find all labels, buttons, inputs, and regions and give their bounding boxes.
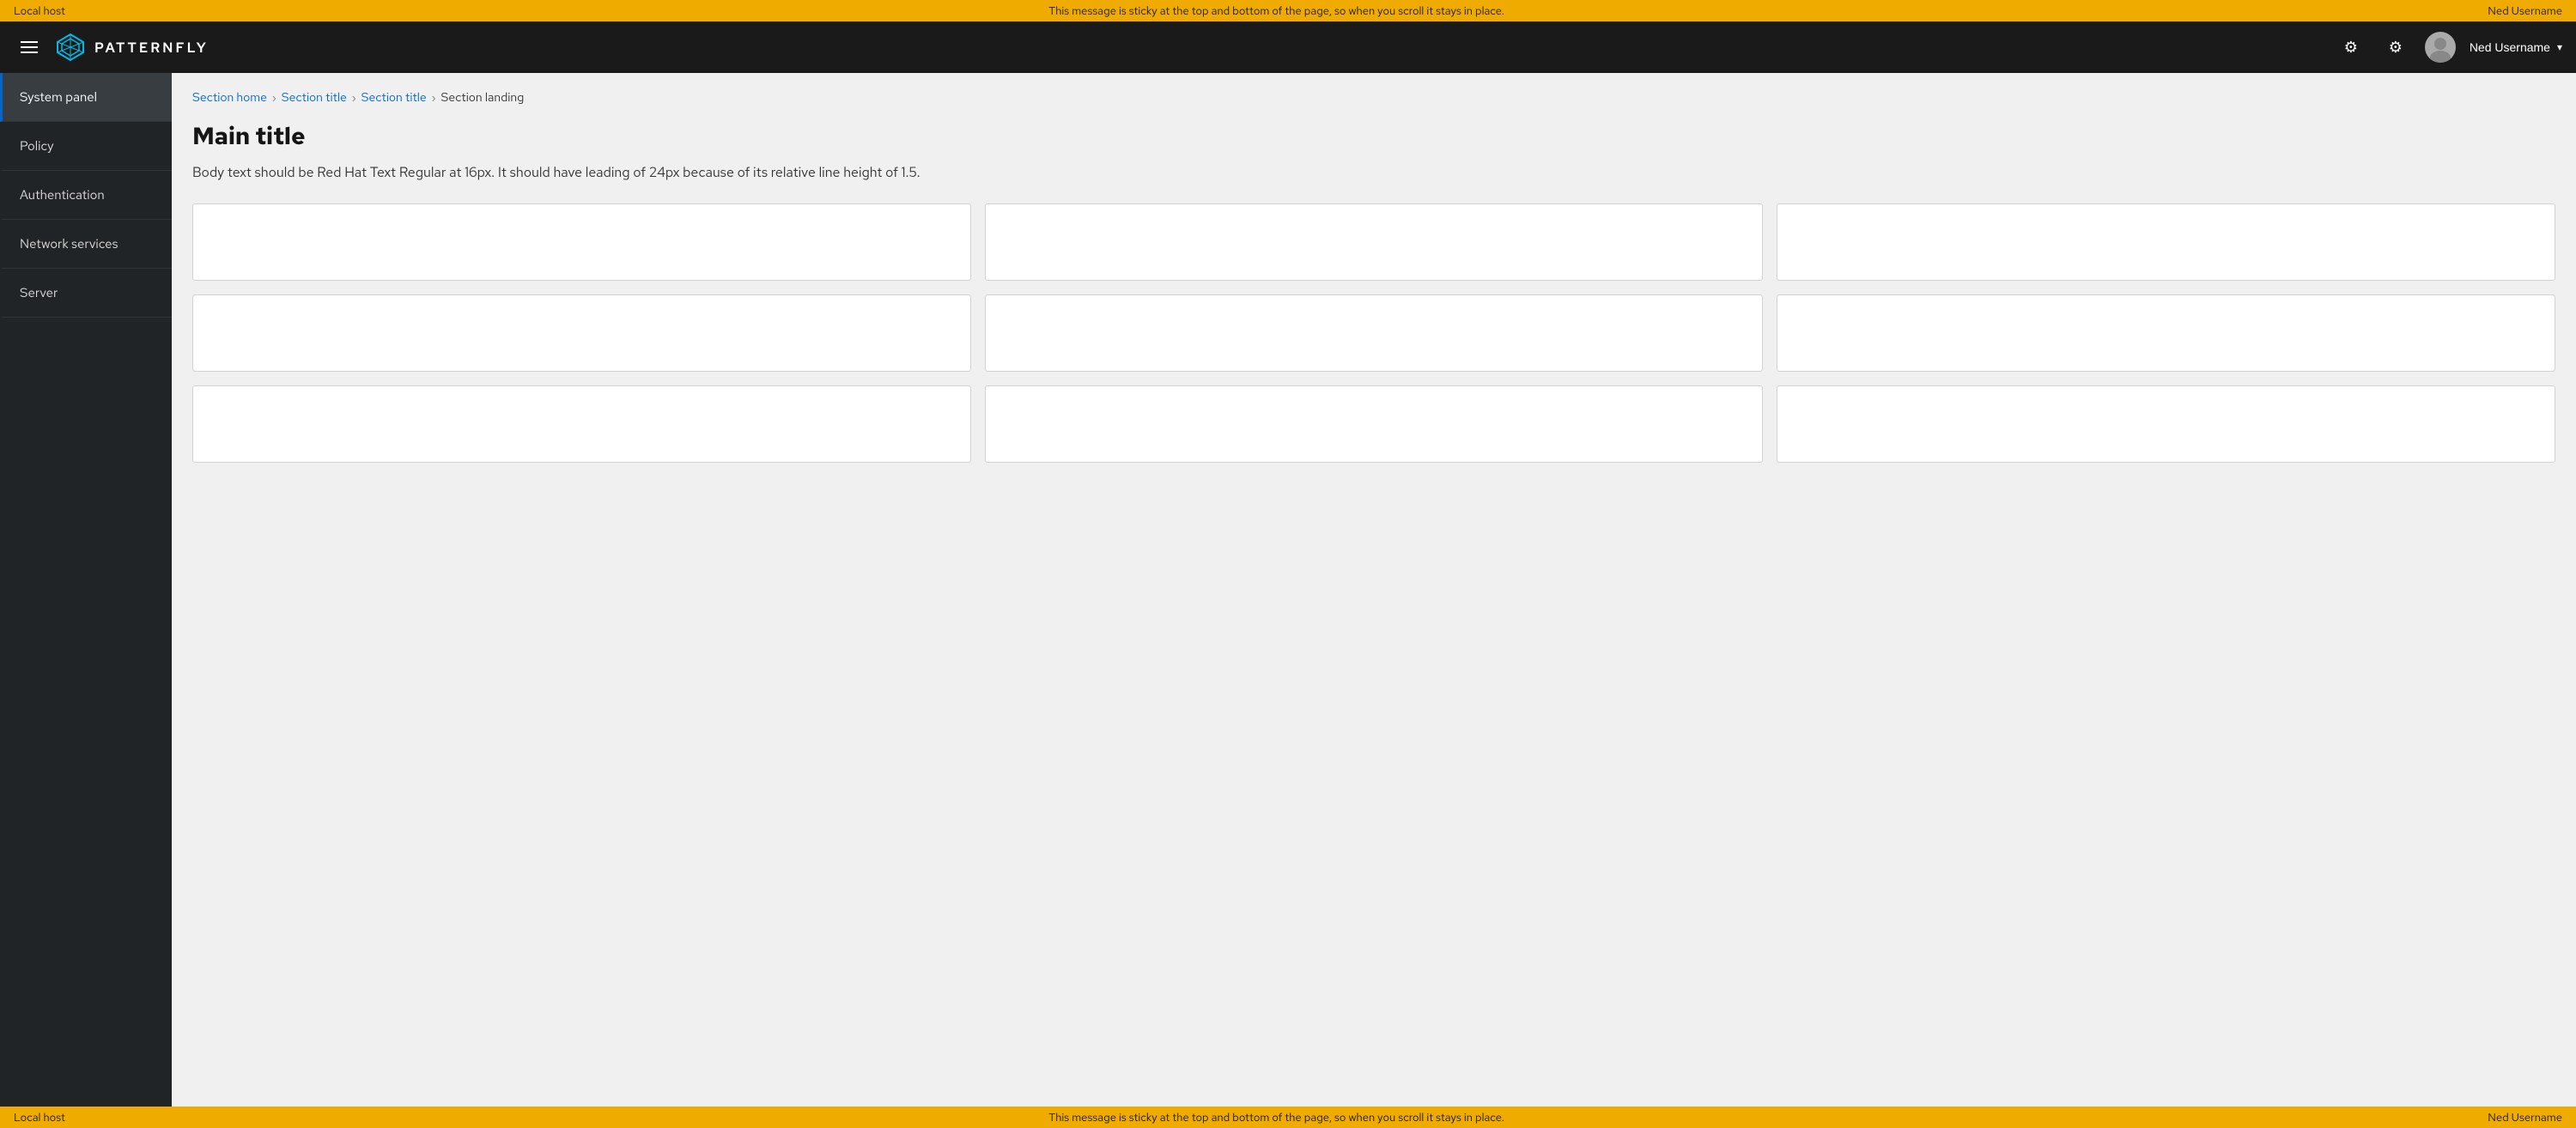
bottom-banner-center: This message is sticky at the top and bo…	[1048, 1110, 1504, 1125]
top-banner: Local host This message is sticky at the…	[0, 0, 2576, 21]
card-3-3	[1777, 385, 2555, 463]
user-name-label: Ned Username	[2470, 40, 2550, 54]
bottom-banner-left: Local host	[14, 1110, 65, 1125]
breadcrumb-section-title-1[interactable]: Section title	[282, 90, 347, 106]
bottom-banner: Local host This message is sticky at the…	[0, 1107, 2576, 1128]
breadcrumb: Section home › Section title › Section t…	[192, 90, 2555, 106]
avatar-icon	[2425, 32, 2456, 63]
sidebar-item-network-services[interactable]: Network services	[0, 220, 172, 269]
card-3-1	[192, 385, 971, 463]
bottom-banner-right: Ned Username	[2488, 1110, 2562, 1125]
user-menu-button[interactable]: Ned Username ▾	[2470, 40, 2562, 54]
patternfly-logo	[55, 32, 86, 63]
body-text: Body text should be Red Hat Text Regular…	[192, 162, 2555, 183]
breadcrumb-section-title-2[interactable]: Section title	[361, 90, 427, 106]
page-title: Main title	[192, 119, 2555, 152]
navbar-left: PATTERNFLY	[14, 32, 2322, 63]
breadcrumb-current: Section landing	[440, 90, 524, 106]
card-grid-row-3	[192, 385, 2555, 463]
navbar: PATTERNFLY ⚙ ⚙ Ned Username ▾	[0, 21, 2576, 73]
avatar	[2425, 32, 2456, 63]
card-2-3	[1777, 294, 2555, 372]
gear-icon-2: ⚙	[2389, 39, 2403, 57]
card-3-2	[985, 385, 1764, 463]
card-2-1	[192, 294, 971, 372]
card-grid-row-2	[192, 294, 2555, 372]
settings-button-1[interactable]: ⚙	[2336, 32, 2366, 63]
top-banner-center: This message is sticky at the top and bo…	[1048, 3, 1504, 18]
settings-button-2[interactable]: ⚙	[2380, 32, 2411, 63]
card-1-3	[1777, 203, 2555, 281]
sidebar-item-policy[interactable]: Policy	[0, 122, 172, 171]
top-banner-left: Local host	[14, 3, 65, 18]
breadcrumb-sep-3: ›	[432, 91, 436, 105]
breadcrumb-sep-2: ›	[352, 91, 356, 105]
brand-name: PATTERNFLY	[94, 39, 209, 57]
top-banner-right: Ned Username	[2488, 3, 2562, 18]
brand-logo-link[interactable]: PATTERNFLY	[55, 32, 209, 63]
card-1-1	[192, 203, 971, 281]
sidebar-item-server[interactable]: Server	[0, 269, 172, 318]
sidebar-item-system-panel[interactable]: System panel	[0, 73, 172, 122]
navbar-right: ⚙ ⚙ Ned Username ▾	[2336, 32, 2562, 63]
gear-icon-1: ⚙	[2344, 39, 2358, 57]
main-content: Section home › Section title › Section t…	[172, 73, 2576, 1107]
card-grid-row-1	[192, 203, 2555, 281]
breadcrumb-section-home[interactable]: Section home	[192, 90, 267, 106]
layout: System panel Policy Authentication Netwo…	[0, 73, 2576, 1107]
breadcrumb-sep-1: ›	[272, 91, 276, 105]
sidebar: System panel Policy Authentication Netwo…	[0, 73, 172, 1107]
sidebar-item-authentication[interactable]: Authentication	[0, 171, 172, 220]
card-2-2	[985, 294, 1764, 372]
chevron-down-icon: ▾	[2557, 41, 2562, 53]
hamburger-button[interactable]	[14, 32, 45, 63]
hamburger-icon	[21, 41, 38, 53]
card-1-2	[985, 203, 1764, 281]
